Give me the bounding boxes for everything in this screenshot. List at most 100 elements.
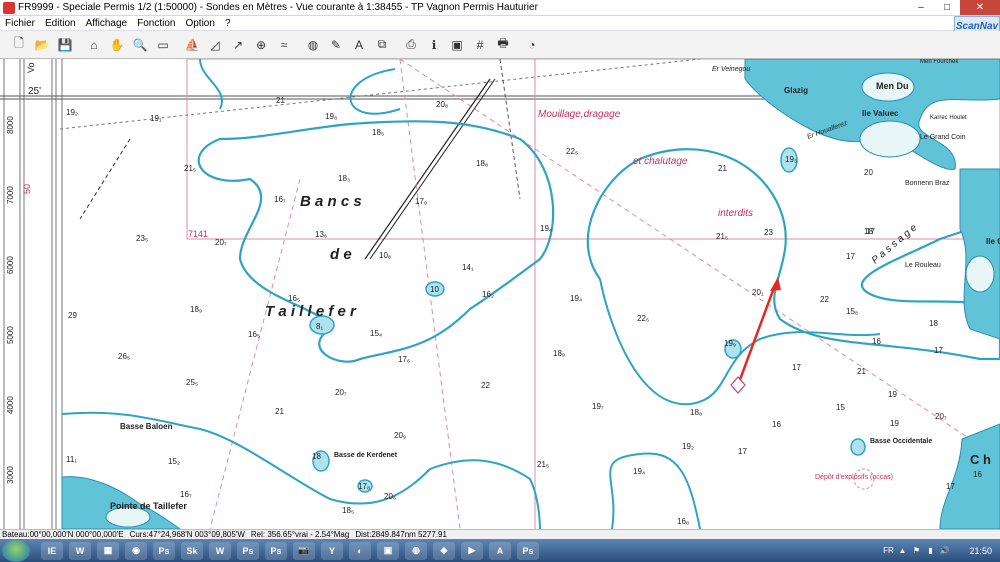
taskbar-app[interactable]: Ps bbox=[153, 541, 175, 560]
taskbar-app[interactable]: ◉ bbox=[125, 541, 147, 560]
sounding-value: 16 bbox=[772, 420, 781, 429]
taskbar-app[interactable]: 📷 bbox=[293, 541, 315, 560]
target-icon[interactable]: ⊕ bbox=[250, 34, 272, 56]
maximize-button[interactable]: □ bbox=[934, 0, 960, 15]
tray-icon[interactable]: ⚑ bbox=[911, 546, 921, 556]
zone-number: 7141 bbox=[188, 229, 208, 239]
frame-icon[interactable]: ▭ bbox=[152, 34, 174, 56]
buoy-icon[interactable]: ◍ bbox=[302, 34, 324, 56]
open-icon[interactable]: 📂 bbox=[31, 34, 53, 56]
route-icon[interactable]: ◿ bbox=[204, 34, 226, 56]
sounding-value: 16₈ bbox=[677, 517, 689, 526]
sounding-value: 16 bbox=[872, 337, 881, 346]
toolbar: 🗋 📂 💾 ⌂ ✋ 🔍 ▭ ⛵ ◿ ↗ ⊕ ≈ ◍ ✎ A ⧉ ⎙ ℹ ▣ # 🖶 ◔ bbox=[0, 31, 1000, 59]
chart-canvas[interactable]: 8000 7000 6000 5000 4000 3000 25' Vo 7141 B a n … bbox=[0, 59, 1000, 529]
place-name: B a n c s bbox=[300, 193, 362, 210]
taskbar-app[interactable]: Ps bbox=[517, 541, 539, 560]
menu-edition[interactable]: Edition bbox=[40, 18, 81, 29]
status-distance: Dist:2849.847nm 5277.91 bbox=[355, 530, 447, 539]
depth-tick-label: 7000 bbox=[6, 186, 15, 204]
sounding-value: 22₅ bbox=[566, 147, 578, 156]
sounding-value: 15₄ bbox=[370, 329, 382, 338]
new-icon[interactable]: 🗋 bbox=[8, 34, 30, 56]
sounding-value: 18₈ bbox=[476, 159, 488, 168]
place-name: C h bbox=[970, 452, 991, 467]
taskbar-app[interactable]: Sk bbox=[181, 541, 203, 560]
zone-label: Mouillage,dragage bbox=[538, 109, 621, 120]
tray-icon[interactable]: ▮ bbox=[925, 546, 935, 556]
sounding-value: 17₈ bbox=[358, 482, 370, 491]
menu-fonction[interactable]: Fonction bbox=[132, 18, 180, 29]
title-bar: FR9999 - Speciale Permis 1/2 (1:50000) -… bbox=[0, 0, 1000, 16]
taskbar-app[interactable]: Ps bbox=[237, 541, 259, 560]
tray-icon[interactable]: ▲ bbox=[897, 546, 907, 556]
start-button[interactable] bbox=[2, 539, 30, 562]
margin-label: Vo bbox=[26, 62, 36, 73]
taskbar-app[interactable]: IE bbox=[41, 541, 63, 560]
status-bar: Bateau:00°00,000'N 000°00,000'E Curs:47°… bbox=[0, 529, 1000, 539]
place-name: Glazig bbox=[784, 86, 808, 95]
sounding-value: 16 bbox=[973, 470, 982, 479]
sounding-value: 19₇ bbox=[592, 402, 604, 411]
taskbar-app[interactable]: ▶ bbox=[461, 541, 483, 560]
sounding-value: 22 bbox=[820, 295, 829, 304]
scannav-window: FR9999 - Speciale Permis 1/2 (1:50000) -… bbox=[0, 0, 1000, 562]
taskbar-app[interactable]: ◈ bbox=[433, 541, 455, 560]
zoom-icon[interactable]: 🔍 bbox=[129, 34, 151, 56]
hand-icon[interactable]: ✋ bbox=[106, 34, 128, 56]
latitude-label: 25' bbox=[28, 86, 41, 97]
sounding-value: 19₃ bbox=[785, 155, 797, 164]
taskbar-app[interactable]: ▣ bbox=[377, 541, 399, 560]
boat-icon[interactable]: ⛵ bbox=[181, 34, 203, 56]
track-icon[interactable]: ≈ bbox=[273, 34, 295, 56]
scale-label: 50 bbox=[22, 184, 32, 194]
compass-icon[interactable]: ◔ bbox=[521, 34, 543, 56]
text-icon[interactable]: A bbox=[348, 34, 370, 56]
menu-option[interactable]: Option bbox=[180, 18, 219, 29]
place-name: d e bbox=[330, 246, 352, 263]
clock[interactable]: 21:50 bbox=[969, 546, 992, 556]
taskbar-app[interactable]: A bbox=[489, 541, 511, 560]
taskbar-app[interactable]: Ps bbox=[265, 541, 287, 560]
taskbar-app[interactable]: ◐ bbox=[349, 541, 371, 560]
taskbar-app[interactable]: ◍ bbox=[405, 541, 427, 560]
windows-taskbar: IE W ▦ ◉ Ps Sk W Ps Ps 📷 Y ◐ ▣ ◍ ◈ ▶ A Ps FR ▲ ⚑ ▮ 🔊 21:50 bbox=[0, 539, 1000, 562]
printer-icon[interactable]: 🖶 bbox=[492, 34, 514, 56]
chart-icon[interactable]: ▣ bbox=[446, 34, 468, 56]
bearing-icon[interactable]: ↗ bbox=[227, 34, 249, 56]
sounding-value: 16₇ bbox=[274, 195, 286, 204]
sounding-value: 17₆ bbox=[398, 355, 410, 364]
sounding-value: 13₆ bbox=[315, 230, 327, 239]
save-icon[interactable]: 💾 bbox=[54, 34, 76, 56]
sounding-value: 16₇ bbox=[180, 490, 192, 499]
print-icon[interactable]: ⎙ bbox=[400, 34, 422, 56]
menu-affichage[interactable]: Affichage bbox=[81, 18, 133, 29]
tray-icon[interactable]: FR bbox=[883, 546, 894, 556]
home-icon[interactable]: ⌂ bbox=[83, 34, 105, 56]
menu-help[interactable]: ? bbox=[220, 18, 236, 29]
info-icon[interactable]: ℹ bbox=[423, 34, 445, 56]
place-name: Ile Gur bbox=[986, 237, 1000, 246]
sounding-value: 18₉ bbox=[553, 349, 565, 358]
shoal bbox=[850, 438, 866, 456]
sounding-value: 16₅ bbox=[248, 330, 260, 339]
layers-icon[interactable]: ⧉ bbox=[371, 34, 393, 56]
taskbar-app[interactable]: W bbox=[69, 541, 91, 560]
close-button[interactable]: ✕ bbox=[960, 0, 1000, 15]
minimize-button[interactable]: – bbox=[908, 0, 934, 15]
taskbar-app[interactable]: Y bbox=[321, 541, 343, 560]
grid-icon[interactable]: # bbox=[469, 34, 491, 56]
depth-tick-label: 5000 bbox=[6, 326, 15, 344]
taskbar-app[interactable]: W bbox=[209, 541, 231, 560]
sounding-value: 17 bbox=[792, 363, 801, 372]
nautical-chart-view[interactable]: 8000 7000 6000 5000 4000 3000 25' Vo 7141 B a n … bbox=[0, 59, 1000, 529]
status-bateau: Bateau:00°00,000'N 000°00,000'E bbox=[2, 530, 124, 539]
taskbar-app[interactable]: ▦ bbox=[97, 541, 119, 560]
sounding-value: 21 bbox=[276, 96, 285, 105]
tray-icon[interactable]: 🔊 bbox=[939, 546, 949, 556]
sounding-value: 20₈ bbox=[436, 100, 448, 109]
pen-icon[interactable]: ✎ bbox=[325, 34, 347, 56]
status-bearing: Rel: 356.65°vrai - 2.54°Mag bbox=[250, 530, 350, 539]
menu-fichier[interactable]: Fichier bbox=[0, 18, 40, 29]
sounding-value: 10 bbox=[430, 285, 439, 294]
